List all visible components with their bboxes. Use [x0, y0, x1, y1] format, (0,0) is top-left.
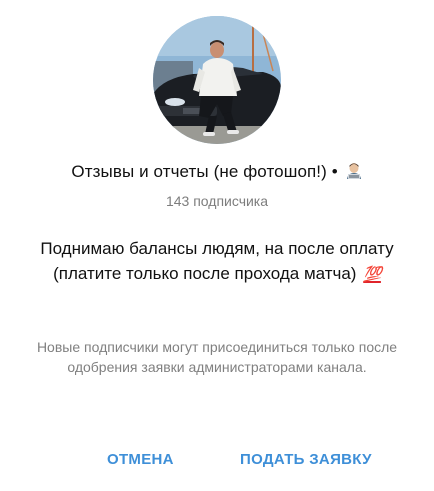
- avatar-photo: [153, 16, 281, 144]
- channel-avatar: [153, 16, 281, 144]
- approval-notice: Новые подписчики могут присоединиться то…: [36, 339, 398, 375]
- technologist-emoji-icon: [346, 163, 361, 179]
- submit-request-button[interactable]: ПОДАТЬ ЗАЯВКУ: [232, 445, 380, 474]
- channel-title-text: Отзывы и отчеты (не фотошоп!) •: [71, 162, 338, 181]
- channel-description: Поднимаю балансы людям, на после оплату …: [20, 236, 414, 287]
- hundred-points-emoji: 💯: [363, 266, 382, 283]
- channel-description-text: Поднимаю балансы людям, на после оплату …: [40, 239, 394, 283]
- cancel-button[interactable]: ОТМЕНА: [99, 445, 182, 474]
- channel-title: Отзывы и отчеты (не фотошоп!) •: [0, 162, 434, 182]
- subscriber-count: 143 подписчика: [165, 193, 269, 209]
- join-request-dialog: Отзывы и отчеты (не фотошоп!) • 143 подп…: [0, 0, 434, 491]
